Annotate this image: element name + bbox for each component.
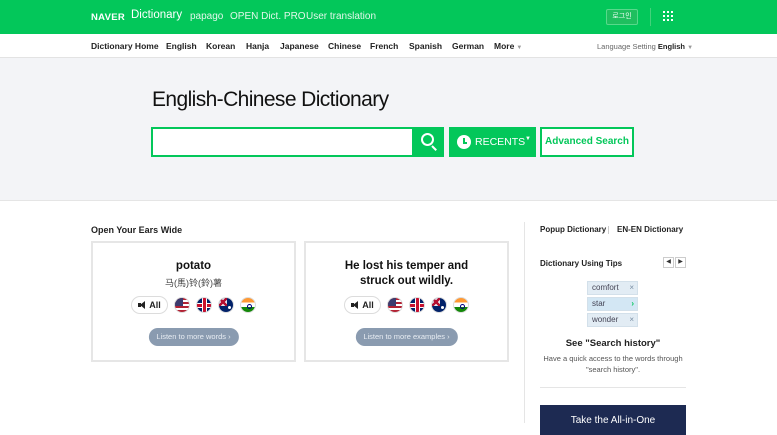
topbar-divider — [650, 8, 651, 26]
apps-grid-icon[interactable] — [663, 11, 675, 23]
naver-logo[interactable]: NAVER — [91, 12, 125, 23]
nav-german[interactable]: German — [452, 41, 484, 51]
user-translation-link[interactable]: User translation — [306, 11, 376, 22]
card-word-translation: 马(馬)铃(鈴)薯 — [165, 278, 222, 288]
speaker-icon — [138, 301, 146, 309]
play-all-label: All — [149, 300, 161, 310]
nav-japanese[interactable]: Japanese — [280, 41, 319, 51]
in-flag-icon[interactable] — [452, 297, 469, 313]
tip-history-word: star — [592, 299, 606, 308]
tip-heading: See "Search history" — [565, 338, 661, 349]
search-hero: English-Chinese Dictionary RECENTS ▼ Adv… — [0, 58, 777, 201]
nav-hanja[interactable]: Hanja — [246, 41, 269, 51]
dictionary-home-link[interactable]: Dictionary — [131, 9, 182, 21]
promo-banner-text: Take the All-in-One — [570, 415, 656, 426]
chevron-right-icon: › — [631, 299, 634, 308]
nav-spanish[interactable]: Spanish — [409, 41, 442, 51]
language-setting-label: Language Setting — [597, 42, 656, 51]
en-en-dictionary-link[interactable]: EN-EN Dictionary — [617, 225, 683, 234]
chevron-right-icon[interactable]: ▶ — [675, 257, 686, 268]
top-bar: NAVER Dictionary papago OPEN Dict. PRO U… — [0, 0, 777, 34]
tip-history-item: wonder × — [587, 313, 638, 327]
chevron-left-icon[interactable]: ◀ — [663, 257, 674, 268]
recents-label: RECENTS — [475, 136, 526, 148]
in-flag-icon[interactable] — [239, 297, 256, 313]
recents-button[interactable]: RECENTS ▼ — [449, 127, 536, 157]
uk-flag-icon[interactable] — [408, 297, 425, 313]
tip-history-word: wonder — [592, 315, 619, 324]
caret-down-icon: ▼ — [687, 45, 694, 51]
promo-banner[interactable]: Take the All-in-One — [540, 405, 686, 435]
column-divider — [524, 222, 525, 423]
listen-more-examples-button[interactable]: Listen to more examples › — [355, 328, 458, 346]
close-icon: × — [629, 315, 634, 324]
nav-more-label: More — [494, 41, 515, 51]
listen-more-words-label: Listen to more words — [156, 332, 227, 341]
nav-dictionary-home[interactable]: Dictionary Home — [91, 41, 159, 51]
clock-icon — [457, 135, 471, 149]
pronunciation-card-example: He lost his temper and struck out wildly… — [304, 241, 509, 362]
language-setting[interactable]: Language Setting English ▼ — [597, 42, 693, 51]
listen-more-words-button[interactable]: Listen to more words › — [148, 328, 239, 346]
card-example-sentence[interactable]: He lost his temper and struck out wildly… — [306, 259, 507, 289]
accent-buttons: All — [93, 296, 294, 314]
login-button[interactable]: 로그인 — [606, 9, 638, 25]
nav-french[interactable]: French — [370, 41, 398, 51]
open-dict-pro-link[interactable]: OPEN Dict. PRO — [230, 11, 306, 22]
caret-down-icon: ▼ — [516, 45, 523, 51]
right-divider — [540, 387, 686, 388]
advanced-search-button[interactable]: Advanced Search — [540, 127, 634, 157]
play-all-button[interactable]: All — [131, 296, 168, 314]
play-all-label: All — [362, 300, 374, 310]
nav-chinese[interactable]: Chinese — [328, 41, 361, 51]
search-icon-handle — [431, 145, 437, 151]
language-setting-value: English — [657, 42, 685, 51]
papago-link[interactable]: papago — [190, 11, 223, 22]
uk-flag-icon[interactable] — [195, 297, 212, 313]
caret-down-icon: ▼ — [525, 136, 531, 142]
card-word[interactable]: potato — [93, 260, 294, 272]
tip-history-item: star › — [587, 297, 638, 311]
link-separator — [608, 226, 609, 234]
language-nav: Dictionary Home English Korean Hanja Jap… — [0, 34, 777, 58]
tip-history-item: comfort × — [587, 281, 638, 295]
popup-dictionary-link[interactable]: Popup Dictionary — [540, 225, 606, 234]
search-input[interactable] — [151, 127, 414, 157]
tip-history-word: comfort — [592, 283, 619, 292]
nav-english[interactable]: English — [166, 41, 197, 51]
tips-title: Dictionary Using Tips — [540, 259, 623, 268]
au-flag-icon[interactable] — [430, 297, 447, 313]
au-flag-icon[interactable] — [217, 297, 234, 313]
page-title: English-Chinese Dictionary — [152, 88, 389, 111]
accent-buttons: All — [306, 296, 507, 314]
tip-text: Have a quick access to the words through… — [543, 354, 683, 374]
us-flag-icon[interactable] — [173, 297, 190, 313]
search-button[interactable] — [413, 127, 444, 157]
play-all-button[interactable]: All — [344, 296, 381, 314]
close-icon: × — [629, 283, 634, 292]
speaker-icon — [351, 301, 359, 309]
listen-more-examples-label: Listen to more examples — [363, 332, 446, 341]
nav-korean[interactable]: Korean — [206, 41, 235, 51]
pronunciation-card-word: potato 马(馬)铃(鈴)薯 All Listen to more word… — [91, 241, 296, 362]
nav-more[interactable]: More ▼ — [494, 41, 522, 51]
us-flag-icon[interactable] — [386, 297, 403, 313]
section-title: Open Your Ears Wide — [91, 225, 183, 235]
